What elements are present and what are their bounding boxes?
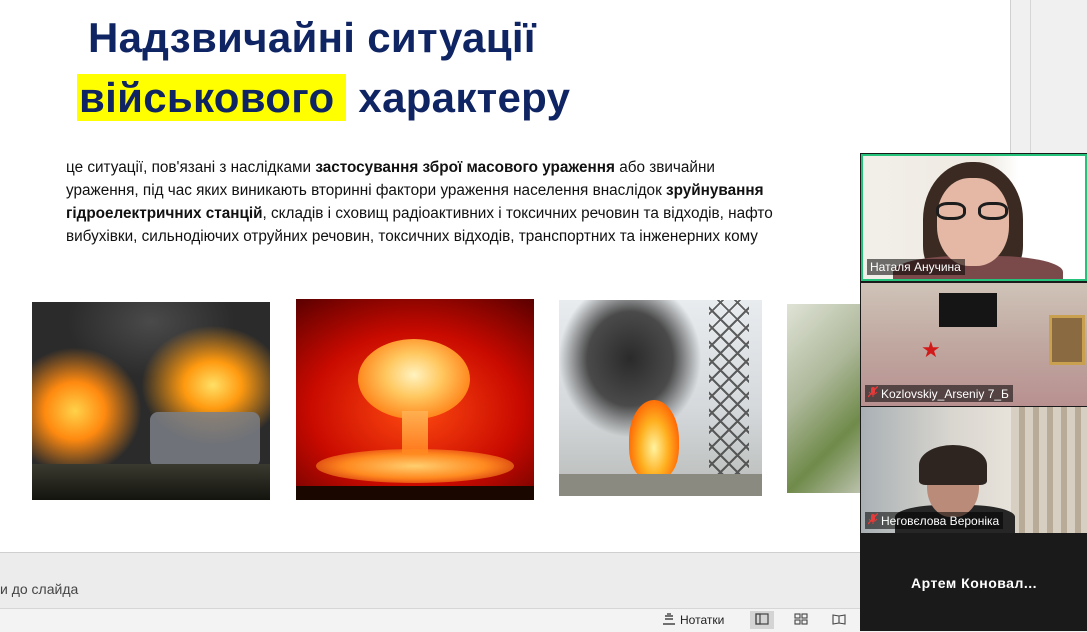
artillery-fire-photo <box>32 302 270 500</box>
video-tile-active-speaker[interactable]: Наталя Анучина <box>861 154 1087 281</box>
curtain-shape <box>1011 407 1087 533</box>
participant-name: Kozlovskiy_Arseniy 7_Б <box>881 386 1009 401</box>
video-tile-camera-off[interactable]: Артем Коновал... <box>861 534 1087 631</box>
notes-placeholder[interactable]: и до слайда <box>0 581 78 597</box>
mushroom-base <box>316 449 514 483</box>
title-rest: характеру <box>346 74 571 121</box>
fire-shape <box>629 400 679 480</box>
slide-sorter-icon <box>794 612 808 628</box>
video-tile[interactable]: Неговєлова Вероніка <box>861 407 1087 533</box>
nuclear-explosion-photo <box>296 299 534 500</box>
participant-name: Артем Коновал... <box>910 574 1038 591</box>
highlighted-title-word: військового <box>77 74 347 121</box>
person-face <box>937 178 1009 266</box>
definition-part: це ситуації, пов'язані з наслідками <box>66 159 316 176</box>
reading-view-icon <box>832 613 846 628</box>
participant-name: Наталя Анучина <box>870 260 961 274</box>
ground-shape <box>32 464 270 500</box>
definition-bold: застосування зброї масового ураження <box>315 159 615 176</box>
treeline <box>296 486 534 500</box>
reading-view-button[interactable] <box>827 611 851 629</box>
definition-bold: зруйнування <box>666 182 764 199</box>
tv-shape <box>939 293 997 327</box>
mic-muted-icon <box>867 512 879 528</box>
ground-shape <box>559 474 762 496</box>
slide-title-line-1: Надзвичайні ситуації <box>88 14 536 61</box>
participant-name-tag: Наталя Анучина <box>867 259 965 275</box>
burning-power-station-photo <box>559 300 762 496</box>
notes-button-label: Нотатки <box>680 613 725 627</box>
definition-part: вибухівки, сильнодіючих отруйних речовин… <box>66 228 758 245</box>
mushroom-cap <box>358 339 470 419</box>
definition-part: ураження, під час яких виникають вторинн… <box>66 182 667 199</box>
slide-sorter-button[interactable] <box>789 611 813 629</box>
forest-photo <box>787 304 867 493</box>
tank-shape <box>150 412 260 467</box>
definition-part: , складів і сховищ радіоактивних і токси… <box>262 205 773 222</box>
zoom-video-panel: Наталя Анучина ★ Kozlovskiy_Arseniy 7_Б … <box>860 153 1087 631</box>
definition-part: або звичайни <box>614 159 715 176</box>
participant-name-tag: Kozlovskiy_Arseniy 7_Б <box>865 385 1013 402</box>
picture-frame <box>1049 315 1085 365</box>
normal-view-icon <box>755 612 769 628</box>
slide-canvas[interactable]: Надзвичайні ситуації військового характе… <box>0 0 1010 552</box>
definition-bold: гідроелектричних станцій <box>66 205 263 222</box>
mic-muted-icon <box>867 385 879 401</box>
glasses-shape <box>936 202 1010 220</box>
person-hair <box>919 445 987 485</box>
participant-name-tag: Неговєлова Вероніка <box>865 512 1004 529</box>
slide-title-line-2: військового характеру <box>77 68 570 128</box>
notes-toggle-button[interactable]: Нотатки <box>662 611 724 629</box>
normal-view-button[interactable] <box>750 611 774 629</box>
video-tile[interactable]: ★ Kozlovskiy_Arseniy 7_Б <box>861 283 1087 406</box>
star-decoration: ★ <box>921 337 941 362</box>
participant-name: Неговєлова Вероніка <box>881 513 1000 528</box>
notes-icon <box>662 612 676 628</box>
pylon-shape <box>709 300 749 496</box>
